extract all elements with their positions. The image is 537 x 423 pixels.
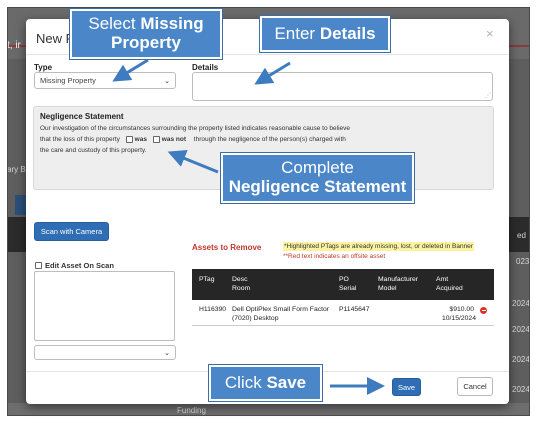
new-request-modal: New R × Type Missing Property ⌄ Details … — [26, 19, 509, 404]
edit-asset-label: Edit Asset On Scan — [45, 261, 114, 270]
header-amt: Amt — [436, 276, 449, 283]
edit-asset-on-scan-row[interactable]: Edit Asset On Scan — [35, 261, 114, 270]
background-text: Funding — [177, 406, 206, 415]
scan-select[interactable]: ⌄ — [34, 345, 176, 360]
negligence-text-pre: that the loss of this property — [40, 136, 120, 144]
background-text: 2024 — [512, 385, 530, 394]
background-text: 2024 — [512, 299, 530, 308]
background-text: t, ir — [7, 40, 21, 51]
header-ptag: PTag — [199, 276, 215, 283]
row-acquired: 10/15/2024 — [441, 315, 476, 322]
close-icon[interactable]: × — [486, 26, 494, 41]
type-select-value: Missing Property — [40, 76, 96, 85]
callout-select-line2: Property — [111, 33, 181, 52]
highlight-note: *Highlighted PTags are already missing, … — [283, 242, 474, 251]
edit-asset-checkbox[interactable] — [35, 262, 42, 269]
background-text: 023 — [516, 257, 530, 266]
scan-with-camera-button[interactable]: Scan with Camera — [34, 222, 109, 241]
type-label: Type — [34, 63, 53, 72]
header-po: PO — [339, 276, 349, 283]
negligence-title: Negligence Statement — [40, 112, 124, 121]
was-not-checkbox[interactable] — [152, 136, 160, 143]
row-ptag: H116390 — [199, 306, 227, 313]
header-room: Room — [232, 285, 251, 292]
header-serial: Serial — [339, 285, 357, 292]
negligence-text-post: through the negligence of the person(s) … — [193, 136, 346, 144]
was-checkbox[interactable] — [125, 136, 133, 143]
offsite-note: **Red text indicates an offsite asset — [283, 253, 386, 260]
callout-select-line1: Select Missing — [88, 14, 204, 34]
type-select[interactable]: Missing Property ⌄ — [34, 72, 176, 89]
cancel-button[interactable]: Cancel — [457, 377, 493, 396]
header-acquired: Acquired — [436, 285, 463, 292]
row-desc-line1: Dell OptiPlex Small Form Factor — [232, 306, 330, 313]
was-not-label: was not — [161, 136, 186, 144]
remove-icon[interactable] — [480, 307, 487, 314]
row-desc-line2: (7020) Desktop — [232, 315, 279, 322]
background-footer — [7, 403, 530, 416]
negligence-text-line1: Our investigation of the circumstances s… — [40, 125, 351, 132]
details-label: Details — [192, 63, 219, 72]
header-desc: Desc — [232, 276, 248, 283]
assets-to-remove-title: Assets to Remove — [192, 243, 262, 252]
row-po: P1145647 — [339, 306, 370, 313]
resize-grip-icon[interactable]: ⋰ — [485, 92, 491, 99]
callout-complete-negligence: Complete Negligence Statement — [221, 153, 414, 203]
was-label: was — [134, 136, 147, 144]
background-text: ary B — [7, 165, 26, 174]
save-button[interactable]: Save — [392, 378, 421, 396]
background-text: ed — [517, 231, 526, 240]
callout-click-save: Click Save — [209, 365, 322, 401]
callout-enter-details: Enter Details — [260, 16, 390, 52]
details-textarea[interactable]: ⋰ — [192, 72, 493, 101]
chevron-down-icon: ⌄ — [164, 77, 170, 85]
header-model: Model — [378, 285, 397, 292]
row-divider — [192, 325, 494, 326]
negligence-text-line3: the care and custody of this property. — [40, 147, 147, 154]
row-amt: $910.00 — [449, 306, 474, 313]
chevron-down-icon: ⌄ — [164, 349, 170, 357]
negligence-text-line2: that the loss of this property was was n… — [40, 136, 346, 143]
scan-input-area[interactable] — [34, 271, 175, 341]
callout-select-missing-property: Select Missing Property — [70, 9, 222, 59]
background-text: 2024 — [512, 355, 530, 364]
assets-table-header: PTag Desc Room PO Serial Manufacturer Mo… — [192, 269, 494, 300]
header-manufacturer: Manufacturer — [378, 276, 419, 283]
background-text: 2024 — [512, 325, 530, 334]
